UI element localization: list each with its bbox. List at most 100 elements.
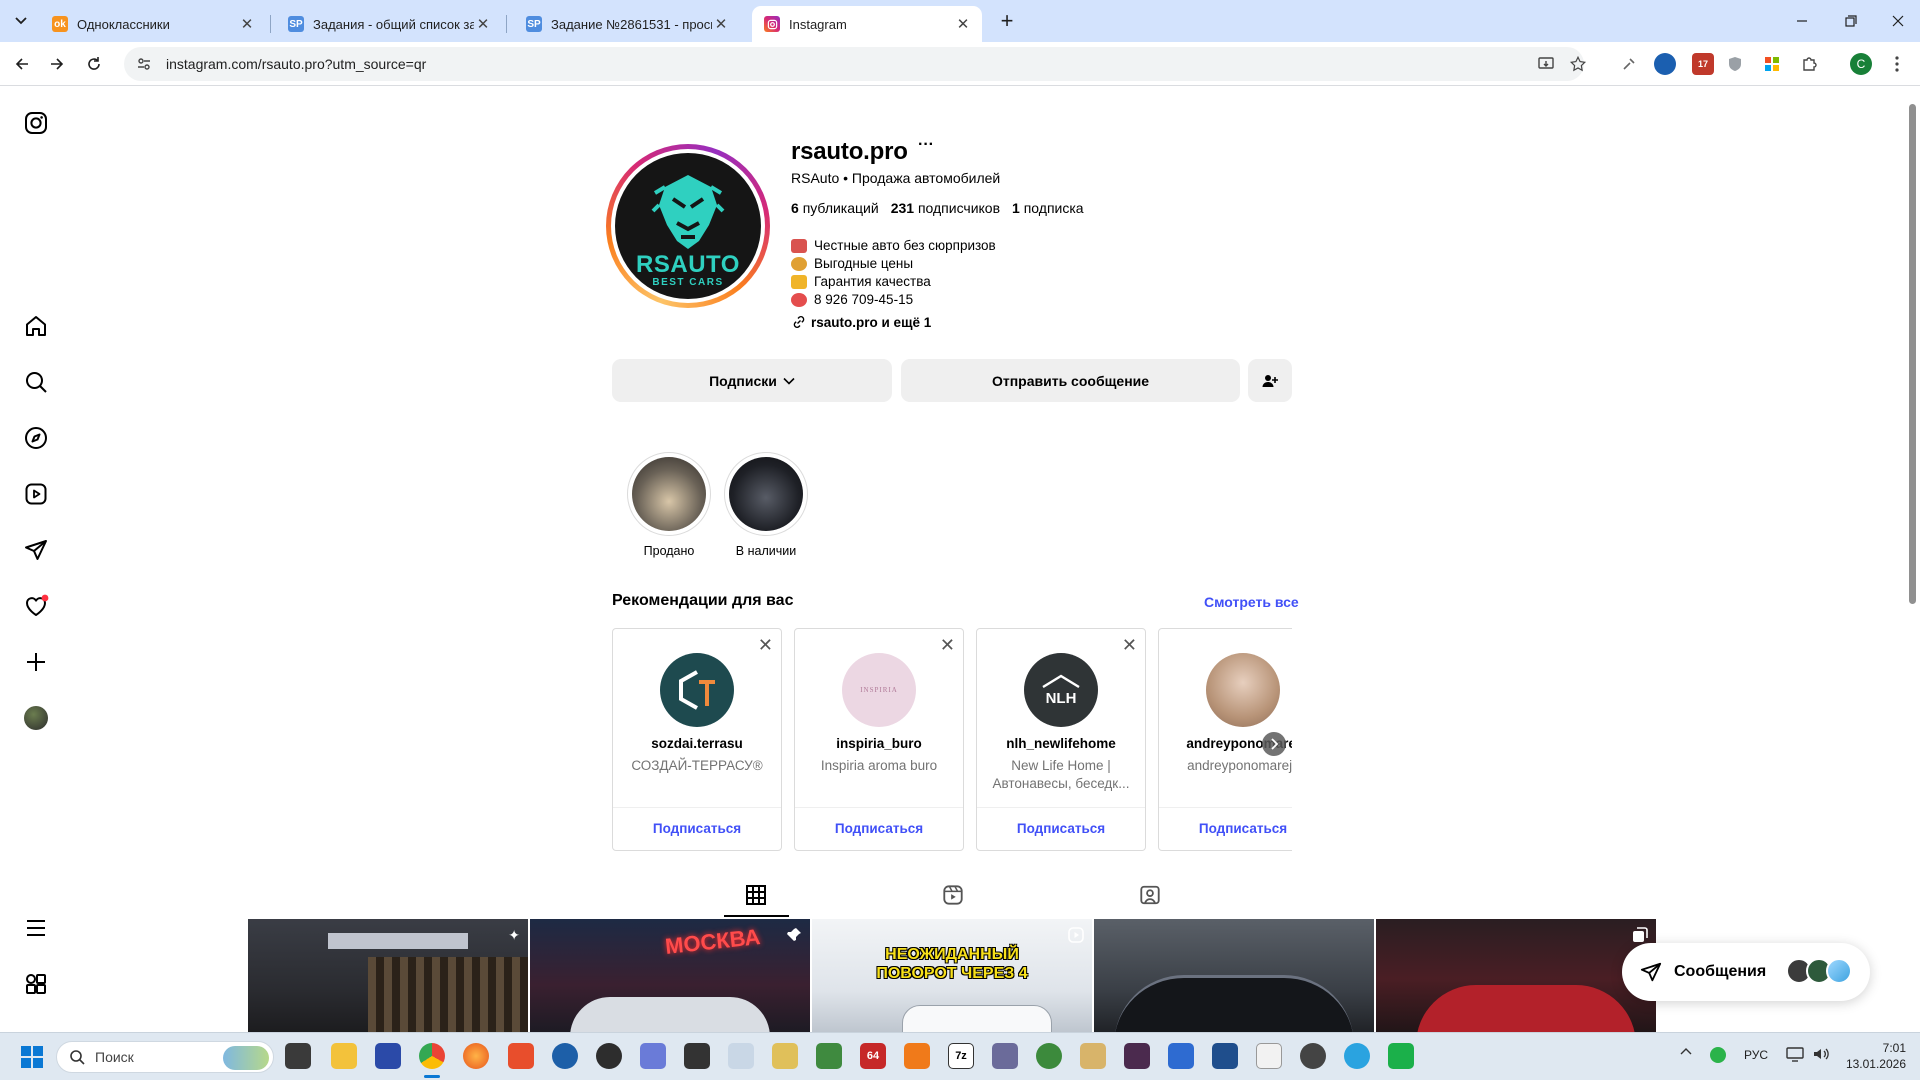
instagram-logo-icon[interactable] bbox=[22, 109, 50, 137]
profile-options-button[interactable]: ··· bbox=[918, 136, 934, 154]
recommendation-avatar[interactable] bbox=[660, 653, 734, 727]
follow-button[interactable]: Подписаться bbox=[977, 821, 1145, 836]
close-tab-icon[interactable]: ✕ bbox=[238, 15, 256, 33]
shield-extension-icon[interactable] bbox=[1724, 53, 1746, 75]
app-icon[interactable] bbox=[992, 1043, 1018, 1069]
browser-menu-icon[interactable] bbox=[1886, 53, 1908, 75]
tab-posts-grid[interactable] bbox=[741, 880, 771, 910]
address-bar[interactable]: instagram.com/rsauto.pro?utm_source=qr bbox=[124, 47, 1584, 81]
close-window-button[interactable] bbox=[1886, 10, 1910, 32]
highlight-sold[interactable]: Продано bbox=[627, 452, 711, 558]
extension-badge-icon[interactable]: 17 bbox=[1692, 53, 1714, 75]
dismiss-icon[interactable]: ✕ bbox=[940, 635, 955, 656]
xbox-icon[interactable] bbox=[1036, 1043, 1062, 1069]
tab-task-view[interactable]: SP Задание №2861531 - просмо ✕ bbox=[514, 6, 740, 42]
menu-hamburger-icon[interactable] bbox=[22, 914, 50, 942]
save-app-icon[interactable] bbox=[375, 1043, 401, 1069]
back-button[interactable] bbox=[10, 52, 34, 76]
post-thumbnail[interactable]: НЕОЖИДАННЫЙ ПОВОРОТ ЧЕРЕЗ 4 bbox=[812, 919, 1092, 1039]
recommendation-avatar[interactable]: NLH bbox=[1024, 653, 1098, 727]
follow-button[interactable]: Подписаться bbox=[1159, 821, 1292, 836]
tab-tasks-list[interactable]: SP Задания - общий список зада ✕ bbox=[276, 6, 502, 42]
system-clock[interactable]: 7:01 13.01.2026 bbox=[1836, 1040, 1906, 1072]
taskbar-search[interactable]: Поиск bbox=[56, 1041, 274, 1073]
app-64-icon[interactable]: 64 bbox=[860, 1043, 886, 1069]
firefox-icon[interactable] bbox=[463, 1043, 489, 1069]
input-language[interactable]: РУС bbox=[1744, 1048, 1768, 1062]
telegram-icon[interactable] bbox=[1344, 1043, 1370, 1069]
calendar-app-icon[interactable] bbox=[1256, 1043, 1282, 1069]
reels-icon[interactable] bbox=[22, 480, 50, 508]
tab-instagram[interactable]: Instagram ✕ bbox=[752, 6, 982, 42]
chrome-icon[interactable] bbox=[419, 1043, 445, 1069]
home-icon[interactable] bbox=[22, 312, 50, 340]
profile-avatar-button[interactable]: C bbox=[1850, 53, 1872, 75]
forward-button[interactable] bbox=[45, 52, 69, 76]
browser-app-icon[interactable] bbox=[552, 1043, 578, 1069]
app-icon[interactable] bbox=[904, 1043, 930, 1069]
app-icon[interactable] bbox=[772, 1043, 798, 1069]
follow-button[interactable]: Подписаться bbox=[795, 821, 963, 836]
create-plus-icon[interactable] bbox=[22, 648, 50, 676]
dismiss-icon[interactable]: ✕ bbox=[1122, 635, 1137, 656]
minimize-button[interactable] bbox=[1790, 10, 1814, 32]
extension-tools-icon[interactable] bbox=[1618, 53, 1640, 75]
tray-chevron-up-icon[interactable] bbox=[1680, 1047, 1692, 1055]
vpn-extension-icon[interactable] bbox=[1654, 53, 1676, 75]
site-settings-icon[interactable] bbox=[136, 56, 152, 72]
start-button[interactable] bbox=[20, 1045, 44, 1069]
app-icon[interactable] bbox=[1300, 1043, 1326, 1069]
messages-floating-button[interactable]: Сообщения bbox=[1622, 943, 1870, 1001]
restore-button[interactable] bbox=[1838, 10, 1862, 32]
app-icon[interactable] bbox=[1080, 1043, 1106, 1069]
tab-odnoklassniki[interactable]: ok Одноклассники ✕ bbox=[40, 6, 266, 42]
app-icon[interactable] bbox=[1388, 1043, 1414, 1069]
network-icon[interactable] bbox=[1786, 1046, 1804, 1062]
suggest-people-button[interactable] bbox=[1248, 359, 1292, 402]
tab-reels[interactable] bbox=[938, 880, 968, 910]
volume-icon[interactable] bbox=[1812, 1046, 1830, 1062]
dismiss-icon[interactable]: ✕ bbox=[758, 635, 773, 656]
app-icon[interactable] bbox=[728, 1043, 754, 1069]
bookmark-star-icon[interactable] bbox=[1567, 53, 1589, 75]
reload-button[interactable] bbox=[82, 52, 106, 76]
explore-icon[interactable] bbox=[22, 424, 50, 452]
carousel-next-button[interactable] bbox=[1262, 732, 1286, 756]
tray-app-icon[interactable] bbox=[1710, 1047, 1726, 1063]
audio-app-icon[interactable] bbox=[684, 1043, 710, 1069]
app-icon[interactable] bbox=[596, 1043, 622, 1069]
apps-extension-icon[interactable] bbox=[1761, 53, 1783, 75]
app-icon[interactable] bbox=[640, 1043, 666, 1069]
app-icon[interactable] bbox=[1212, 1043, 1238, 1069]
app-icon[interactable] bbox=[1168, 1043, 1194, 1069]
file-explorer-icon[interactable] bbox=[331, 1043, 357, 1069]
close-tab-icon[interactable]: ✕ bbox=[954, 15, 972, 33]
tab-tagged[interactable] bbox=[1135, 880, 1165, 910]
recommendation-avatar[interactable] bbox=[1206, 653, 1280, 727]
following-count[interactable]: 1 подписка bbox=[1012, 200, 1084, 216]
profile-link[interactable]: rsauto.pro и ещё 1 bbox=[791, 314, 931, 330]
post-thumbnail[interactable] bbox=[1094, 919, 1374, 1039]
profile-avatar-story-ring[interactable]: RSAUTO BEST CARS bbox=[606, 144, 770, 308]
app-icon[interactable] bbox=[1124, 1043, 1150, 1069]
task-view-icon[interactable] bbox=[285, 1043, 311, 1069]
search-icon[interactable] bbox=[22, 368, 50, 396]
follow-button[interactable]: Подписаться bbox=[613, 821, 781, 836]
new-tab-button[interactable]: + bbox=[994, 8, 1020, 34]
post-thumbnail[interactable]: МОСКВА bbox=[530, 919, 810, 1039]
post-thumbnail[interactable]: ✦ bbox=[248, 919, 528, 1039]
see-all-link[interactable]: Смотреть все bbox=[1204, 594, 1299, 610]
more-apps-icon[interactable] bbox=[22, 970, 50, 998]
post-thumbnail[interactable] bbox=[1376, 919, 1656, 1039]
highlight-in-stock[interactable]: В наличии bbox=[724, 452, 808, 558]
tab-search-button[interactable] bbox=[10, 10, 32, 32]
notifications-heart-icon[interactable] bbox=[22, 592, 50, 620]
app-icon[interactable] bbox=[816, 1043, 842, 1069]
close-tab-icon[interactable]: ✕ bbox=[712, 15, 730, 33]
following-dropdown-button[interactable]: Подписки bbox=[612, 359, 892, 402]
followers-count[interactable]: 231 подписчиков bbox=[891, 200, 1000, 216]
install-app-icon[interactable] bbox=[1535, 53, 1557, 75]
send-message-button[interactable]: Отправить сообщение bbox=[901, 359, 1240, 402]
extensions-puzzle-icon[interactable] bbox=[1798, 53, 1820, 75]
profile-avatar-icon[interactable] bbox=[22, 704, 50, 732]
